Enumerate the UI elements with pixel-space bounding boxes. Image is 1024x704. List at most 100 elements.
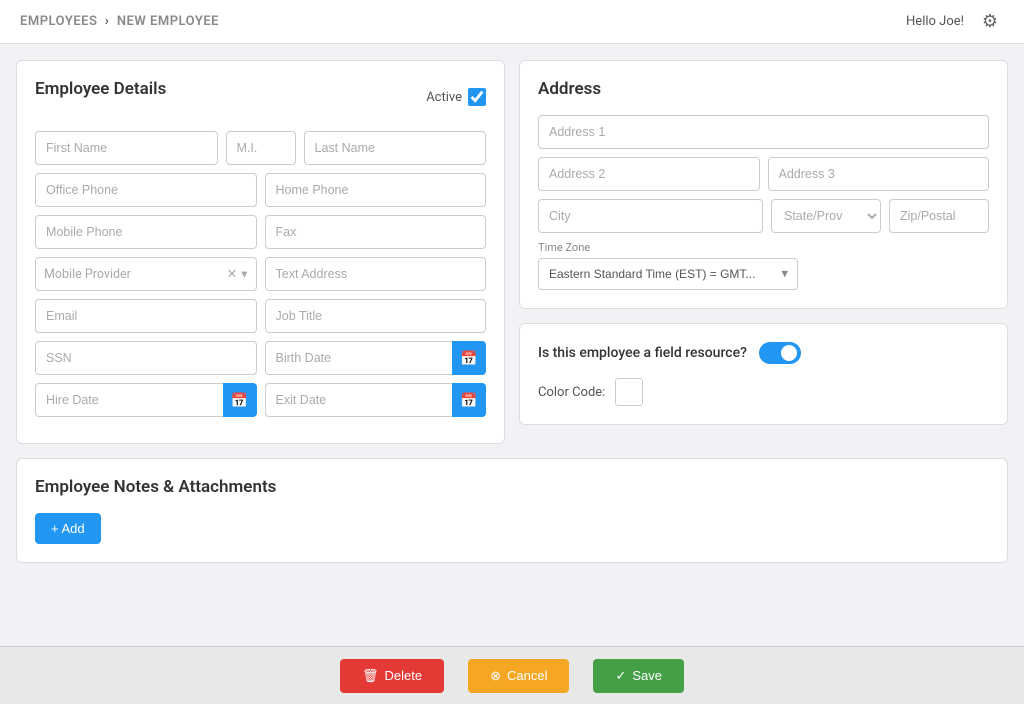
city-input[interactable] <box>538 199 763 233</box>
last-name-field <box>304 131 487 165</box>
address2-field <box>538 157 760 191</box>
dropdown-provider-icon[interactable]: ▾ <box>241 266 247 282</box>
mobile-fax-row <box>35 215 486 249</box>
notes-card: Employee Notes & Attachments + Add <box>16 458 1008 563</box>
add-note-button[interactable]: + Add <box>35 513 101 544</box>
city-field <box>538 199 763 233</box>
active-text: Active <box>426 90 462 105</box>
save-button[interactable]: ✓ Save <box>593 659 684 693</box>
birth-date-calendar-button[interactable]: 📅 <box>452 341 486 375</box>
color-code-row: Color Code: <box>538 378 989 406</box>
gear-icon[interactable]: ⚙ <box>976 8 1004 36</box>
email-field <box>35 299 257 333</box>
city-state-zip-row: State/Prov <box>538 199 989 233</box>
active-checkbox[interactable] <box>468 88 486 106</box>
state-select[interactable]: State/Prov <box>771 199 881 233</box>
field-resource-row: Is this employee a field resource? <box>538 342 989 364</box>
text-address-input[interactable] <box>265 257 487 291</box>
cancel-icon: ⊗ <box>490 668 501 684</box>
hello-text: Hello Joe! <box>906 14 964 29</box>
hire-exit-row: 📅 📅 <box>35 383 486 417</box>
address-card: Address <box>519 60 1008 309</box>
fax-field <box>265 215 487 249</box>
bottom-bar: 🗑 Delete ⊗ Cancel ✓ Save <box>0 646 1024 704</box>
field-resource-toggle[interactable] <box>759 342 801 364</box>
delete-button[interactable]: 🗑 Delete <box>340 659 444 693</box>
mi-input[interactable] <box>226 131 296 165</box>
address23-row <box>538 157 989 191</box>
last-name-input[interactable] <box>304 131 487 165</box>
timezone-section: Time Zone Eastern Standard Time (EST) = … <box>538 241 989 290</box>
active-label-group: Active <box>426 88 486 106</box>
job-title-input[interactable] <box>265 299 487 333</box>
mi-field <box>226 131 296 165</box>
save-icon: ✓ <box>615 668 626 684</box>
address2-input[interactable] <box>538 157 760 191</box>
employees-link[interactable]: EMPLOYEES <box>20 14 97 29</box>
clear-provider-icon[interactable]: ✕ <box>227 266 237 282</box>
phone-row <box>35 173 486 207</box>
timezone-select-wrapper: Eastern Standard Time (EST) = GMT... <box>538 258 798 290</box>
job-title-field <box>265 299 487 333</box>
provider-controls: ✕ ▾ <box>227 266 248 282</box>
email-jobtitle-row <box>35 299 486 333</box>
top-nav: EMPLOYEES › NEW EMPLOYEE Hello Joe! ⚙ <box>0 0 1024 44</box>
text-address-field <box>265 257 487 291</box>
right-column: Address <box>519 60 1008 444</box>
address1-field <box>538 115 989 149</box>
nav-right: Hello Joe! ⚙ <box>906 8 1004 36</box>
office-phone-field <box>35 173 257 207</box>
fax-input[interactable] <box>265 215 487 249</box>
color-code-label: Color Code: <box>538 385 605 400</box>
zip-input[interactable] <box>889 199 989 233</box>
address1-row <box>538 115 989 149</box>
ssn-input[interactable] <box>35 341 257 375</box>
mobile-provider-placeholder: Mobile Provider <box>44 267 227 282</box>
address3-field <box>768 157 990 191</box>
exit-date-field: 📅 <box>265 383 487 417</box>
field-resource-label: Is this employee a field resource? <box>538 345 747 361</box>
cancel-button[interactable]: ⊗ Cancel <box>468 659 569 693</box>
timezone-label: Time Zone <box>538 241 989 254</box>
email-input[interactable] <box>35 299 257 333</box>
top-row: Employee Details Active <box>16 60 1008 444</box>
office-phone-input[interactable] <box>35 173 257 207</box>
home-phone-input[interactable] <box>265 173 487 207</box>
mobile-phone-input[interactable] <box>35 215 257 249</box>
address1-input[interactable] <box>538 115 989 149</box>
notes-title: Employee Notes & Attachments <box>35 477 989 497</box>
card-header: Employee Details Active <box>35 79 486 115</box>
cancel-label: Cancel <box>507 668 547 683</box>
employee-details-card: Employee Details Active <box>16 60 505 444</box>
employee-details-title: Employee Details <box>35 79 166 99</box>
field-resource-card: Is this employee a field resource? Color… <box>519 323 1008 425</box>
first-name-input[interactable] <box>35 131 218 165</box>
address-title: Address <box>538 79 989 99</box>
main-content: Employee Details Active <box>0 44 1024 663</box>
home-phone-field <box>265 173 487 207</box>
provider-row: Mobile Provider ✕ ▾ <box>35 257 486 291</box>
color-code-box[interactable] <box>615 378 643 406</box>
ssn-birthdate-row: 📅 <box>35 341 486 375</box>
hire-date-field: 📅 <box>35 383 257 417</box>
delete-label: Delete <box>385 668 423 683</box>
hire-date-calendar-button[interactable]: 📅 <box>223 383 257 417</box>
zip-field <box>889 199 989 233</box>
mobile-provider-field: Mobile Provider ✕ ▾ <box>35 257 257 291</box>
delete-icon: 🗑 <box>362 668 379 684</box>
birth-date-field: 📅 <box>265 341 487 375</box>
toggle-slider <box>759 342 801 364</box>
save-label: Save <box>632 668 662 683</box>
state-field: State/Prov <box>771 199 881 233</box>
first-name-field <box>35 131 218 165</box>
mobile-phone-field <box>35 215 257 249</box>
exit-date-calendar-button[interactable]: 📅 <box>452 383 486 417</box>
name-row <box>35 131 486 165</box>
breadcrumb: EMPLOYEES › NEW EMPLOYEE <box>20 14 219 29</box>
address3-input[interactable] <box>768 157 990 191</box>
timezone-select[interactable]: Eastern Standard Time (EST) = GMT... <box>538 258 798 290</box>
mobile-provider-select[interactable]: Mobile Provider ✕ ▾ <box>35 257 257 291</box>
ssn-field <box>35 341 257 375</box>
spacer <box>16 577 1008 647</box>
new-employee-label: NEW EMPLOYEE <box>117 14 219 29</box>
